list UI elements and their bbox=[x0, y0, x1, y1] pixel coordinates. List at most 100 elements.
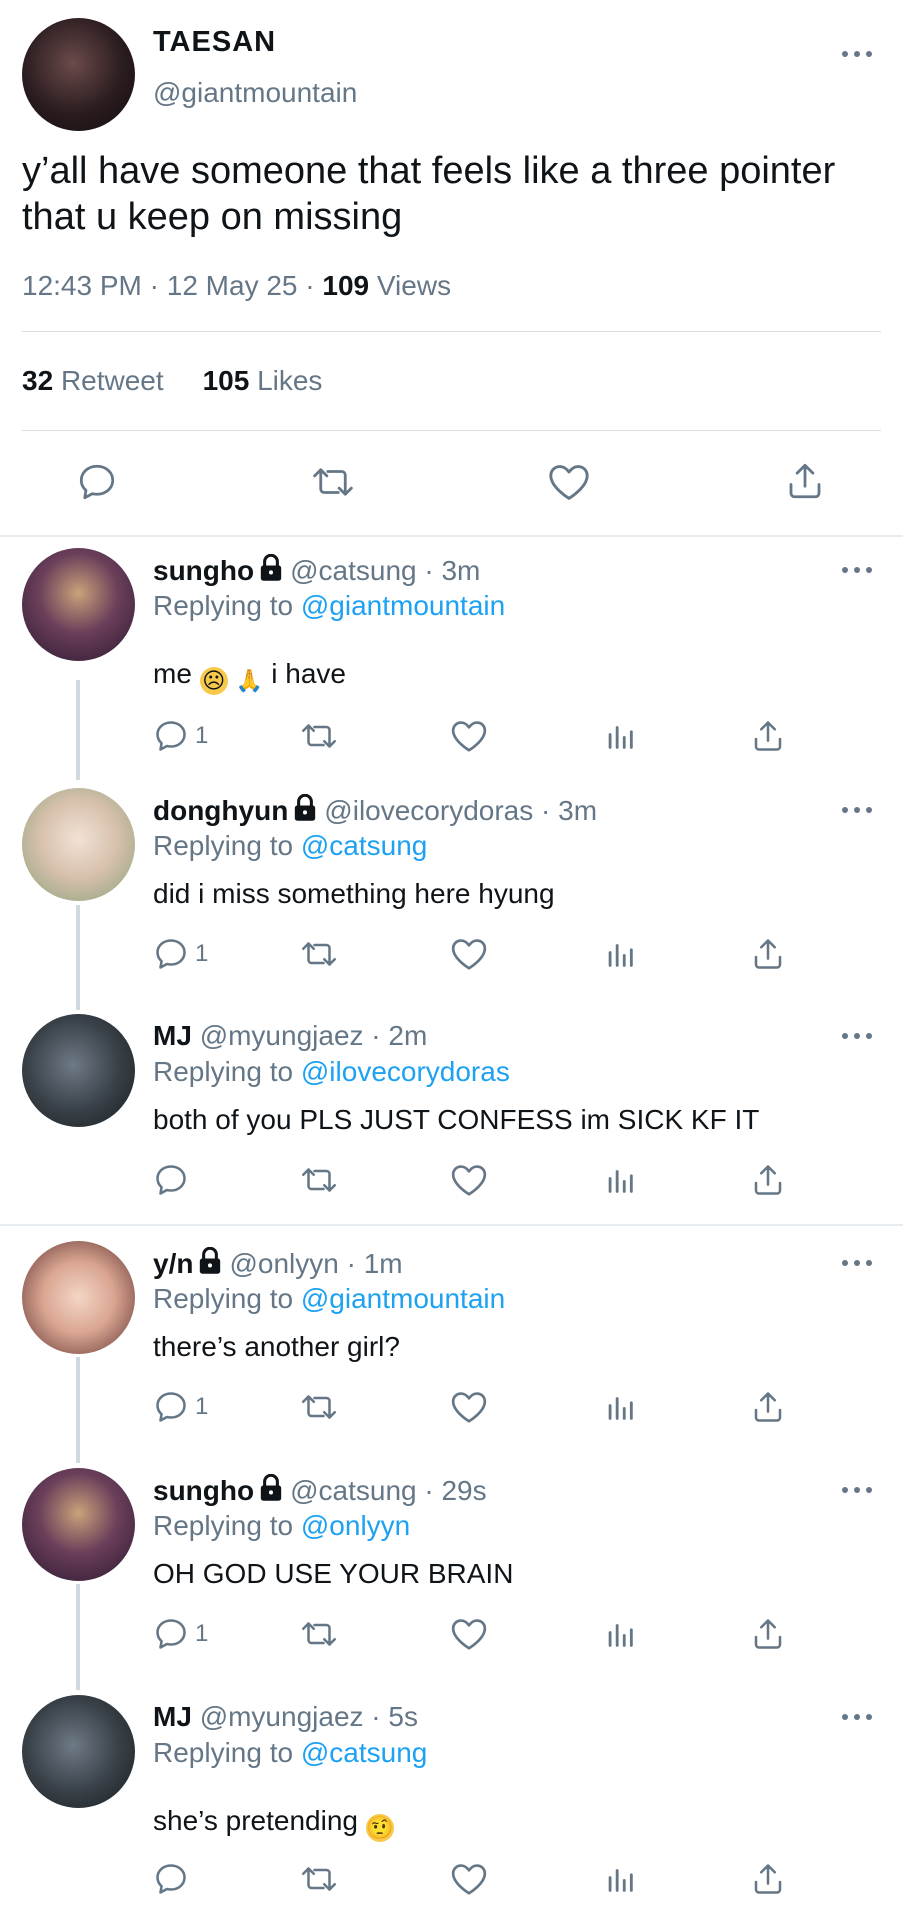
like-button[interactable] bbox=[450, 718, 488, 754]
analytics-button[interactable] bbox=[603, 718, 637, 754]
more-icon[interactable] bbox=[842, 564, 872, 576]
analytics-icon bbox=[608, 1869, 633, 1892]
like-button[interactable] bbox=[450, 1616, 488, 1652]
share-icon bbox=[754, 939, 782, 969]
main-tweet: TAESAN @giantmountain y’all have someone… bbox=[0, 0, 903, 536]
reply-text: me bbox=[153, 658, 192, 689]
like-button[interactable] bbox=[450, 1162, 488, 1198]
divider bbox=[22, 331, 881, 332]
retweet-button[interactable] bbox=[299, 1162, 339, 1198]
reply-author-handle[interactable]: @catsung bbox=[290, 1475, 417, 1506]
analytics-icon bbox=[608, 944, 633, 967]
more-icon[interactable] bbox=[842, 804, 872, 816]
share-button[interactable] bbox=[750, 1162, 786, 1198]
analytics-button[interactable] bbox=[603, 936, 637, 972]
avatar[interactable] bbox=[22, 548, 135, 661]
retweet-button[interactable] bbox=[299, 1616, 339, 1652]
replying-mention[interactable]: @giantmountain bbox=[301, 590, 505, 621]
reply-author-name[interactable]: donghyun bbox=[153, 795, 288, 826]
replying-mention[interactable]: @catsung bbox=[301, 830, 428, 861]
reply-header: sungho @catsung · 29s bbox=[153, 1474, 487, 1506]
heart-icon[interactable] bbox=[547, 462, 591, 502]
reply-button[interactable] bbox=[153, 1861, 195, 1897]
share-button[interactable] bbox=[750, 718, 786, 754]
replying-mention[interactable]: @onlyyn bbox=[301, 1510, 410, 1541]
divider bbox=[22, 430, 881, 431]
reply-author-handle[interactable]: @onlyyn bbox=[229, 1248, 338, 1279]
author-handle[interactable]: @giantmountain bbox=[153, 77, 357, 109]
reply-count: 1 bbox=[195, 940, 209, 967]
reply-author-name[interactable]: sungho bbox=[153, 1475, 254, 1506]
reply-header: donghyun @ilovecorydoras · 3m bbox=[153, 794, 598, 826]
analytics-icon bbox=[608, 1624, 633, 1647]
reply-body: both of you PLS JUST CONFESS im SICK KF … bbox=[153, 1104, 759, 1136]
more-icon[interactable] bbox=[842, 48, 872, 60]
reply-actions: 1 bbox=[153, 1389, 793, 1429]
avatar[interactable] bbox=[22, 18, 135, 131]
reply-button[interactable] bbox=[153, 1162, 195, 1198]
avatar[interactable] bbox=[22, 1014, 135, 1127]
retweet-icon bbox=[301, 1867, 337, 1891]
raised-eyebrow-emoji-icon: 🤨 bbox=[365, 1814, 394, 1842]
reply-time: 29s bbox=[441, 1475, 487, 1506]
analytics-button[interactable] bbox=[603, 1162, 637, 1198]
retweet-button[interactable] bbox=[299, 718, 339, 754]
reply-author-name[interactable]: sungho bbox=[153, 555, 254, 586]
avatar[interactable] bbox=[22, 1241, 135, 1354]
more-icon[interactable] bbox=[842, 1030, 872, 1042]
replying-label: Replying to bbox=[153, 1056, 294, 1087]
reply-button[interactable]: 1 bbox=[153, 1616, 208, 1652]
more-icon[interactable] bbox=[842, 1484, 872, 1496]
avatar[interactable] bbox=[22, 1468, 135, 1581]
author-name[interactable]: TAESAN bbox=[153, 26, 276, 59]
heart-icon bbox=[451, 1864, 487, 1895]
share-button[interactable] bbox=[750, 1389, 786, 1425]
like-button[interactable] bbox=[450, 936, 488, 972]
like-button[interactable] bbox=[450, 1389, 488, 1425]
reply-author-name[interactable]: MJ bbox=[153, 1701, 192, 1732]
reply-button[interactable]: 1 bbox=[153, 718, 208, 754]
avatar[interactable] bbox=[22, 1695, 135, 1808]
reply-actions: 1 bbox=[153, 936, 793, 976]
retweets-stat[interactable]: 32 Retweet bbox=[22, 365, 164, 396]
retweet-button[interactable] bbox=[299, 1861, 339, 1897]
reply-button[interactable]: 1 bbox=[153, 936, 208, 972]
reply-button[interactable]: 1 bbox=[153, 1389, 208, 1425]
share-icon[interactable] bbox=[784, 460, 826, 502]
reply-author-handle[interactable]: @myungjaez bbox=[200, 1701, 364, 1732]
reply-text: both of you PLS JUST CONFESS im SICK KF … bbox=[153, 1104, 760, 1135]
avatar[interactable] bbox=[22, 788, 135, 901]
analytics-button[interactable] bbox=[603, 1389, 637, 1425]
reply-author-handle[interactable]: @ilovecorydoras bbox=[324, 795, 533, 826]
share-icon bbox=[754, 1392, 782, 1422]
tweet-date: 12 May 25 bbox=[166, 270, 298, 301]
analytics-button[interactable] bbox=[603, 1616, 637, 1652]
share-button[interactable] bbox=[750, 936, 786, 972]
tweet-meta: 12:43 PM · 12 May 25 · 109 Views bbox=[22, 270, 452, 301]
more-icon[interactable] bbox=[842, 1711, 872, 1723]
reply-header: y/n @onlyyn · 1m bbox=[153, 1247, 403, 1279]
analytics-button[interactable] bbox=[603, 1861, 637, 1897]
share-button[interactable] bbox=[750, 1616, 786, 1652]
reply-icon[interactable] bbox=[76, 461, 118, 503]
replying-label: Replying to bbox=[153, 1737, 294, 1768]
retweet-button[interactable] bbox=[299, 936, 339, 972]
retweet-icon[interactable] bbox=[310, 461, 356, 503]
heart-icon bbox=[451, 721, 487, 752]
replying-mention[interactable]: @catsung bbox=[301, 1737, 428, 1768]
more-icon[interactable] bbox=[842, 1257, 872, 1269]
retweet-button[interactable] bbox=[299, 1389, 339, 1425]
replying-mention[interactable]: @giantmountain bbox=[301, 1283, 505, 1314]
reply-author-handle[interactable]: @myungjaez bbox=[200, 1020, 364, 1051]
share-button[interactable] bbox=[750, 1861, 786, 1897]
like-button[interactable] bbox=[450, 1861, 488, 1897]
reply-author-handle[interactable]: @catsung bbox=[290, 555, 417, 586]
reply-author-name[interactable]: MJ bbox=[153, 1020, 192, 1051]
reply-author-name[interactable]: y/n bbox=[153, 1248, 193, 1279]
likes-stat[interactable]: 105 Likes bbox=[203, 365, 323, 396]
reply-actions: 1 bbox=[153, 718, 793, 758]
replying-mention[interactable]: @ilovecorydoras bbox=[301, 1056, 510, 1087]
reply-time: 1m bbox=[363, 1248, 403, 1279]
heart-icon bbox=[451, 1165, 487, 1196]
tweet-time: 12:43 PM bbox=[22, 270, 142, 301]
